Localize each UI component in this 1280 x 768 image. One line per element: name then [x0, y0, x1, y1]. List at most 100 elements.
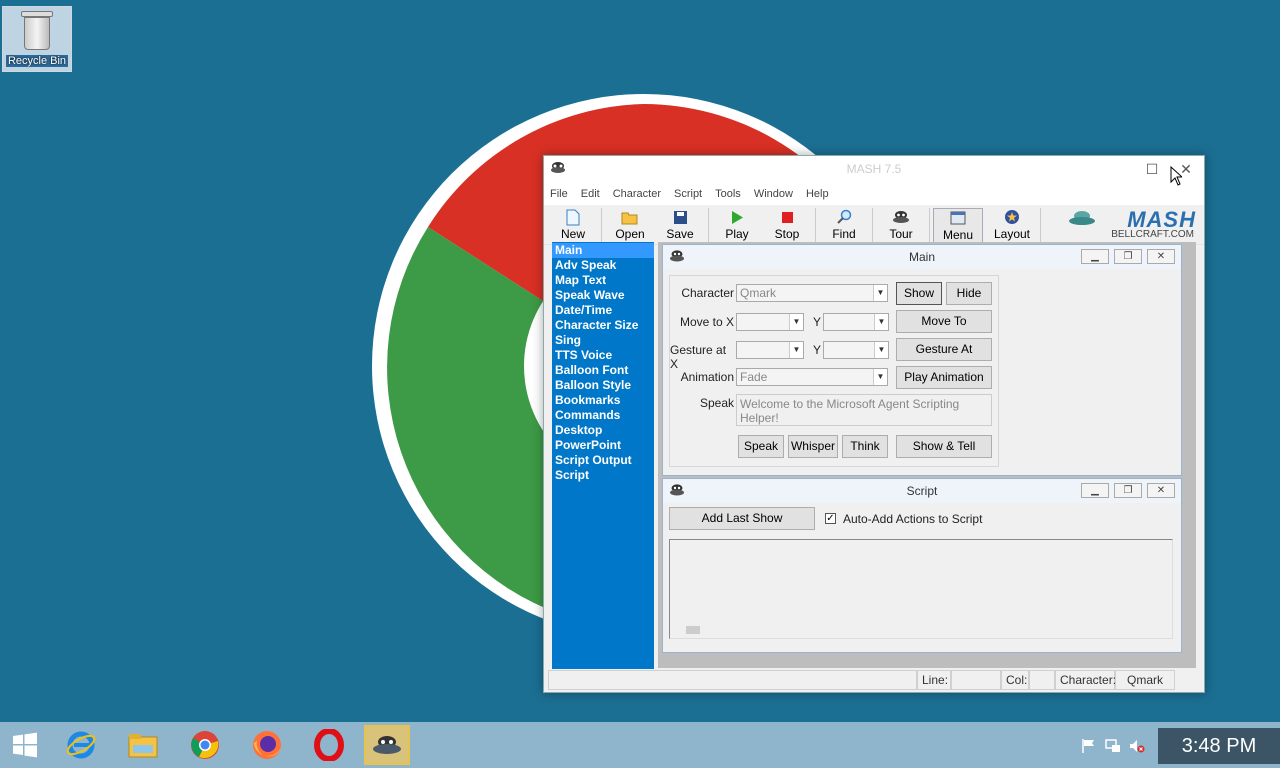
- taskbar-firefox[interactable]: [244, 725, 290, 765]
- animation-combo[interactable]: Fade ▼: [736, 368, 888, 386]
- hide-button[interactable]: Hide: [946, 282, 992, 305]
- script-text-area[interactable]: [669, 539, 1173, 639]
- scroll-handle[interactable]: [686, 626, 700, 634]
- line-label: Line:: [917, 670, 951, 690]
- find-button[interactable]: Find: [819, 208, 869, 244]
- gesture-at-button[interactable]: Gesture At: [896, 338, 992, 361]
- nav-item-powerpoint[interactable]: PowerPoint: [552, 438, 654, 453]
- play-animation-button[interactable]: Play Animation: [896, 366, 992, 389]
- character-status-label: Character:: [1055, 670, 1116, 690]
- taskbar-clock[interactable]: 3:48 PM: [1158, 728, 1280, 764]
- gesture-x-combo[interactable]: ▼: [736, 341, 804, 359]
- mdi-area: Main ▁ ❐ ✕ Character Qmark ▼ Show Hide Mo…: [658, 242, 1196, 668]
- restore-button[interactable]: ❐: [1114, 249, 1142, 264]
- recycle-bin-shortcut[interactable]: Recycle Bin: [2, 6, 72, 72]
- nav-item-sing[interactable]: Sing: [552, 333, 654, 348]
- restore-button[interactable]: ❐: [1114, 483, 1142, 498]
- menu-script[interactable]: Script: [674, 188, 702, 200]
- nav-item-speak-wave[interactable]: Speak Wave: [552, 288, 654, 303]
- volume-muted-icon[interactable]: [1128, 738, 1146, 754]
- chevron-down-icon: ▼: [789, 314, 803, 330]
- menu-file[interactable]: File: [550, 188, 568, 200]
- title-bar[interactable]: MASH 7.5 ☐ ✕: [544, 156, 1204, 186]
- nav-item-script[interactable]: Script: [552, 468, 654, 483]
- start-button[interactable]: [2, 725, 48, 765]
- menu-help[interactable]: Help: [806, 188, 829, 200]
- menu-toolbar-button[interactable]: Menu: [933, 208, 983, 244]
- show-tell-button[interactable]: Show & Tell: [896, 435, 992, 458]
- gesture-at-x-label: Gesture at X: [670, 343, 727, 371]
- col-label: Col:: [1001, 670, 1029, 690]
- auto-add-label: Auto-Add Actions to Script: [843, 512, 983, 526]
- save-button[interactable]: Save: [655, 208, 705, 244]
- tour-label: Tour: [889, 227, 913, 241]
- auto-add-checkbox[interactable]: ✓: [825, 513, 836, 524]
- play-button[interactable]: Play: [712, 208, 762, 244]
- menu-edit[interactable]: Edit: [581, 188, 600, 200]
- nav-item-bookmarks[interactable]: Bookmarks: [552, 393, 654, 408]
- add-last-show-button[interactable]: Add Last Show: [669, 507, 815, 530]
- main-panel-titlebar[interactable]: Main ▁ ❐ ✕: [663, 245, 1181, 269]
- checkmark-icon: ✓: [826, 513, 835, 524]
- close-icon: ✕: [1156, 485, 1166, 496]
- stop-square-icon: [781, 211, 793, 223]
- nav-item-desktop[interactable]: Desktop: [552, 423, 654, 438]
- minimize-button[interactable]: ▁: [1081, 483, 1109, 498]
- character-combo[interactable]: Qmark ▼: [736, 284, 888, 302]
- close-icon: ✕: [1156, 251, 1166, 262]
- speak-button[interactable]: Speak: [738, 435, 784, 458]
- think-button[interactable]: Think: [842, 435, 888, 458]
- action-center-flag-icon[interactable]: [1080, 738, 1098, 754]
- open-button[interactable]: Open: [605, 208, 655, 244]
- maximize-button[interactable]: ☐: [1138, 158, 1166, 180]
- whisper-button[interactable]: Whisper: [788, 435, 838, 458]
- taskbar: 3:48 PM: [0, 722, 1280, 768]
- restore-icon: ❐: [1123, 485, 1133, 496]
- new-button[interactable]: New: [548, 208, 598, 244]
- move-to-button[interactable]: Move To: [896, 310, 992, 333]
- nav-item-date-time[interactable]: Date/Time: [552, 303, 654, 318]
- file-explorer-icon: [128, 734, 158, 758]
- move-x-combo[interactable]: ▼: [736, 313, 804, 331]
- gesture-y-combo[interactable]: ▼: [823, 341, 889, 359]
- nav-item-tts-voice[interactable]: TTS Voice: [552, 348, 654, 363]
- nav-item-map-text[interactable]: Map Text: [552, 273, 654, 288]
- taskbar-mash[interactable]: [364, 725, 410, 765]
- nav-item-character-size[interactable]: Character Size: [552, 318, 654, 333]
- minimize-button[interactable]: ▁: [1081, 249, 1109, 264]
- nav-item-balloon-style[interactable]: Balloon Style: [552, 378, 654, 393]
- menu-bar: File Edit Character Script Tools Window …: [544, 183, 1204, 205]
- close-button[interactable]: ✕: [1147, 483, 1175, 498]
- maximize-icon: ☐: [1145, 161, 1159, 177]
- stop-button[interactable]: Stop: [762, 208, 812, 244]
- show-button[interactable]: Show: [896, 282, 942, 305]
- speak-label: Speak: [699, 396, 734, 410]
- layout-button[interactable]: Layout: [987, 208, 1037, 244]
- col-value: [1029, 670, 1055, 690]
- network-icon[interactable]: [1104, 738, 1122, 754]
- taskbar-chrome[interactable]: [182, 725, 228, 765]
- mash-icon: [373, 736, 401, 754]
- menu-window[interactable]: Window: [754, 188, 793, 200]
- taskbar-file-explorer[interactable]: [120, 725, 166, 765]
- nav-item-commands[interactable]: Commands: [552, 408, 654, 423]
- close-button[interactable]: ✕: [1147, 249, 1175, 264]
- agent-character-icon: [893, 211, 909, 223]
- folder-open-icon: [621, 212, 638, 224]
- opera-icon: [314, 729, 344, 761]
- logo-subtext: BELLCRAFT.COM: [1111, 229, 1194, 240]
- speak-text-field[interactable]: Welcome to the Microsoft Agent Scripting…: [736, 394, 992, 426]
- new-document-icon: [566, 209, 580, 225]
- nav-item-main[interactable]: Main: [552, 243, 654, 258]
- menu-tools[interactable]: Tools: [715, 188, 741, 200]
- script-panel-titlebar[interactable]: Script ▁ ❐ ✕: [663, 479, 1181, 503]
- menu-character[interactable]: Character: [613, 188, 661, 200]
- nav-item-adv-speak[interactable]: Adv Speak: [552, 258, 654, 273]
- tour-button[interactable]: Tour: [876, 208, 926, 244]
- taskbar-opera[interactable]: [306, 725, 352, 765]
- move-y-combo[interactable]: ▼: [823, 313, 889, 331]
- nav-item-script-output[interactable]: Script Output: [552, 453, 654, 468]
- menu-label: Menu: [942, 228, 974, 242]
- taskbar-internet-explorer[interactable]: [58, 725, 104, 765]
- nav-item-balloon-font[interactable]: Balloon Font: [552, 363, 654, 378]
